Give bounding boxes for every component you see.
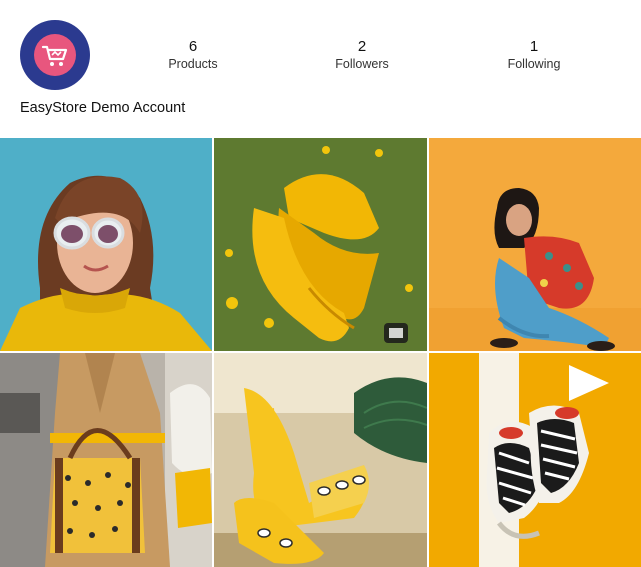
post-tile-6[interactable] [429,353,641,567]
followers-count: 2 [357,38,367,55]
post-tile-5[interactable] [214,353,427,567]
post-tile-1[interactable] [0,138,212,351]
following-label: Following [507,57,561,71]
stat-following[interactable]: 1 Following [474,38,594,72]
shopping-cart-icon [41,45,68,66]
post-tile-2[interactable] [214,138,427,351]
post-image-4 [0,353,212,567]
avatar[interactable] [20,20,90,90]
post-image-5 [214,353,427,567]
post-tile-3[interactable] [429,138,641,351]
stat-products[interactable]: 6 Products [133,38,253,72]
following-count: 1 [529,38,539,55]
post-grid [0,138,641,567]
post-image-1 [0,138,212,351]
followers-label: Followers [335,57,389,71]
post-image-2 [214,138,427,351]
products-label: Products [168,57,218,71]
stat-followers[interactable]: 2 Followers [302,38,422,72]
profile-header: 6 Products 2 Followers 1 Following EasyS… [0,0,641,138]
post-image-3 [429,138,641,351]
account-name: EasyStore Demo Account [20,100,186,116]
products-count: 6 [188,38,198,55]
post-image-6 [429,353,641,567]
post-tile-4[interactable] [0,353,212,567]
